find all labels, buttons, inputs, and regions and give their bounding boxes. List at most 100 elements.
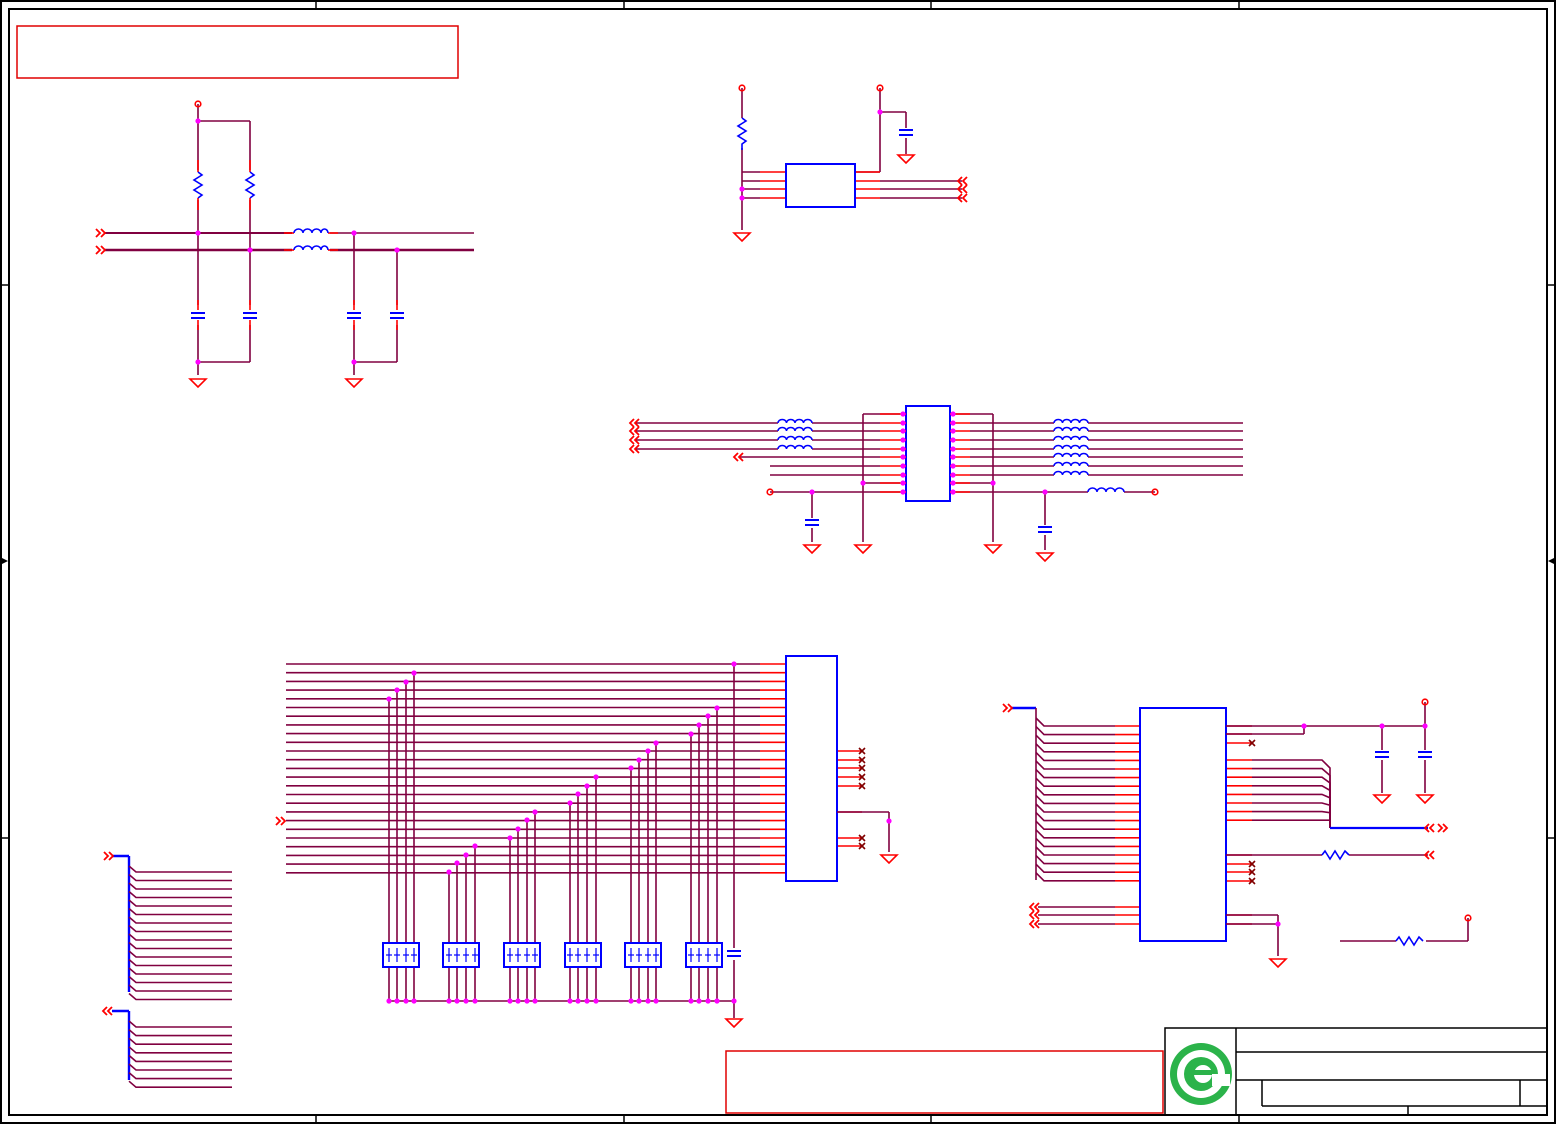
power-pins <box>194 84 1472 922</box>
junction-dot <box>593 998 599 1004</box>
junction-dot <box>463 852 469 858</box>
junction-dot <box>575 791 581 797</box>
input-filter-section <box>104 104 474 375</box>
inductor-symbol <box>1053 444 1089 450</box>
junction-dot <box>950 411 956 417</box>
junction-dot <box>950 489 956 495</box>
ground-icon <box>344 378 364 389</box>
junction-dot <box>195 118 201 124</box>
bottom-left-harness-section <box>112 854 232 1088</box>
port-arrow-icon <box>1437 823 1449 833</box>
junction-dot <box>645 998 651 1004</box>
junction-dot <box>809 489 815 495</box>
junction-dot <box>950 428 956 434</box>
port-arrow-icon <box>1028 919 1040 929</box>
resistor-symbol <box>1321 849 1424 947</box>
junction-dot <box>950 472 956 478</box>
junction-dot <box>739 195 745 201</box>
port-arrow-icon <box>1028 902 1040 912</box>
junction-dot <box>454 860 460 866</box>
junction-dot <box>351 359 357 365</box>
junction-dot <box>653 998 659 1004</box>
inductor-symbol <box>777 426 813 432</box>
junction-dot <box>950 437 956 443</box>
top-center-ic-section <box>736 88 962 230</box>
junction-dot <box>696 722 702 728</box>
junction-dot <box>950 463 956 469</box>
note-box-top-left <box>16 25 459 79</box>
junction-dot <box>900 489 906 495</box>
junction-dot <box>900 446 906 452</box>
ground-icon <box>896 154 916 165</box>
inductor-symbol <box>1053 418 1089 424</box>
junction-dot <box>584 998 590 1004</box>
junction-dot <box>688 998 694 1004</box>
junction-dot <box>446 869 452 875</box>
ground-icon <box>1035 552 1055 563</box>
junction-dot <box>714 998 720 1004</box>
junction-dot <box>454 998 460 1004</box>
ground-icon <box>853 544 873 555</box>
port-arrow-icon <box>95 245 107 255</box>
junction-dot <box>886 818 892 824</box>
junction-dot <box>900 420 906 426</box>
junction-dot <box>950 480 956 486</box>
ic-u-middle <box>905 405 951 502</box>
inductor-symbol <box>1053 426 1089 432</box>
junction-dot <box>877 109 883 115</box>
middle-ic-section <box>636 405 1243 550</box>
junction-dot <box>532 998 538 1004</box>
ground-icon <box>1268 958 1288 969</box>
port-arrow-icon <box>1028 910 1040 920</box>
junction-dot <box>714 705 720 711</box>
junction-dot <box>411 998 417 1004</box>
capacitor-symbol <box>1375 751 1432 758</box>
junction-dot <box>247 247 253 253</box>
junction-dot <box>195 359 201 365</box>
junction-dot <box>950 420 956 426</box>
port-arrow-icon <box>275 816 287 826</box>
resistor-symbol <box>192 171 256 199</box>
ground-symbols <box>188 154 1435 1029</box>
junction-dot <box>1301 723 1307 729</box>
green-e-logo <box>1170 1043 1232 1105</box>
junction-dot <box>628 765 634 771</box>
port-arrow-icon <box>95 228 107 238</box>
junction-dot <box>524 998 530 1004</box>
junction-dot <box>394 687 400 693</box>
junction-dot <box>515 826 521 832</box>
junction-dot <box>645 748 651 754</box>
ground-icon <box>879 854 899 865</box>
junction-dot <box>411 670 417 676</box>
junction-dot <box>446 998 452 1004</box>
port-arrows <box>95 176 1449 1016</box>
junction-dot <box>507 835 513 841</box>
junction-dot <box>860 480 866 486</box>
junction-dot <box>472 998 478 1004</box>
junction-dot <box>515 998 521 1004</box>
junction-dot <box>900 480 906 486</box>
resistor-symbol <box>736 117 748 150</box>
junction-dot <box>567 998 573 1004</box>
junction-dot <box>900 411 906 417</box>
schematic-canvas <box>0 0 1556 1124</box>
bus-connector-section <box>286 655 890 1018</box>
junction-dot <box>575 998 581 1004</box>
junction-dot <box>1275 921 1281 927</box>
junction-dot <box>950 446 956 452</box>
capacitor-symbol <box>191 312 404 319</box>
junction-dot <box>463 998 469 1004</box>
ic-u-right <box>1139 707 1227 942</box>
junction-dot <box>532 809 538 815</box>
schematic-sheet <box>0 0 1556 1124</box>
junction-dot <box>472 843 478 849</box>
capacitor-symbol <box>899 129 913 136</box>
junction-dot <box>394 247 400 253</box>
junction-dot <box>394 998 400 1004</box>
inductor-symbol <box>777 435 813 441</box>
junction-dot <box>696 998 702 1004</box>
inductor-symbol <box>777 444 813 450</box>
junction-dot <box>731 998 737 1004</box>
ground-icon <box>1372 794 1392 805</box>
junction-dot <box>584 783 590 789</box>
